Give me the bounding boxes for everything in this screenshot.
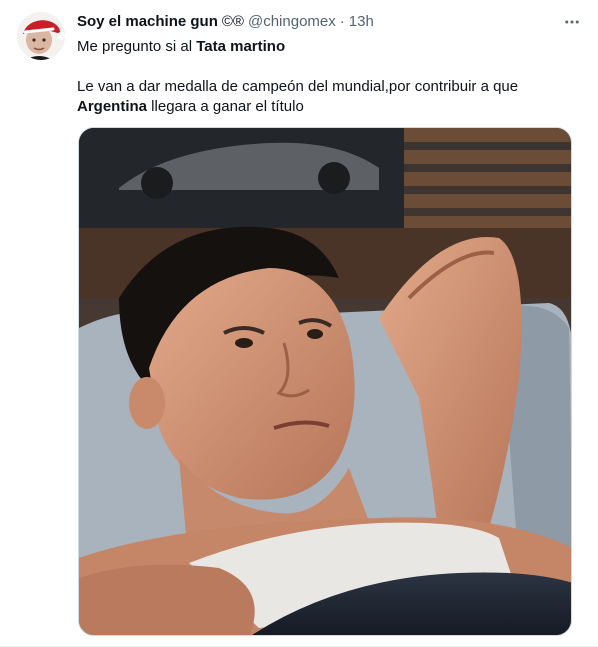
avatar[interactable] <box>17 12 65 60</box>
text-segment: Le van a dar medalla de campeón del mund… <box>77 78 519 95</box>
name-badges: ©® <box>221 13 244 30</box>
tweet-text-line-1: Me pregunto si al Tata martino <box>77 37 577 57</box>
tweet-content: Soy el machine gun ©® @chingomex · 13h M… <box>77 12 577 117</box>
tweet-text-line-2: Le van a dar medalla de campeón del mund… <box>77 77 577 117</box>
bold-mention-argentina: Argentina <box>77 98 148 115</box>
timestamp[interactable]: 13h <box>349 12 374 32</box>
separator-dot: · <box>339 13 345 30</box>
tweet-card[interactable]: Soy el machine gun ©® @chingomex · 13h M… <box>0 0 598 647</box>
more-options-button[interactable] <box>560 12 584 32</box>
tweet-text: Me pregunto si al Tata martino Le van a … <box>77 37 577 117</box>
tweet-media-photo[interactable] <box>78 127 572 636</box>
text-segment: llegara a ganar el título <box>147 98 304 115</box>
more-horizontal-icon <box>565 20 579 24</box>
bold-mention-tata: Tata martino <box>196 38 286 55</box>
display-name[interactable]: Soy el machine gun <box>77 12 218 32</box>
photo-man-lying-in-bed-icon <box>79 128 571 635</box>
text-segment: Me pregunto si al <box>77 38 197 55</box>
tweet-header: Soy el machine gun ©® @chingomex · 13h <box>77 12 577 32</box>
avatar-image <box>17 12 65 60</box>
user-handle[interactable]: @chingomex <box>248 12 336 32</box>
